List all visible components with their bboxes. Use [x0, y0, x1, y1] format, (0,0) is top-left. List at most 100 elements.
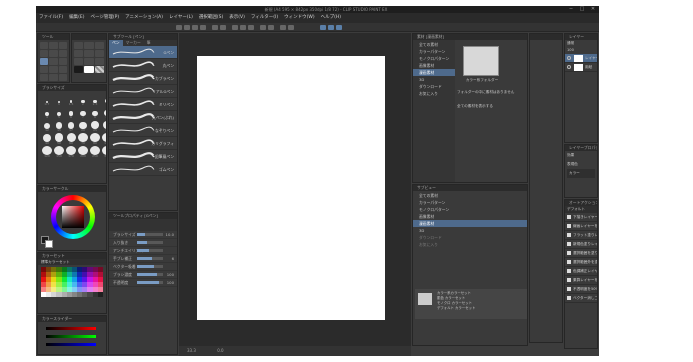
material-tree-item[interactable]: 漫画素材 [413, 69, 455, 76]
snap-grid-icon[interactable] [328, 25, 334, 30]
red-slider[interactable] [46, 327, 96, 330]
eyedropper-icon[interactable] [58, 50, 67, 57]
canvas-area[interactable] [179, 33, 411, 346]
zoom-tool-icon[interactable] [40, 42, 49, 49]
brush-size-item[interactable]: 70 [78, 133, 88, 145]
checkbox-icon[interactable] [567, 215, 571, 219]
action-row[interactable]: 色調補正レイヤー [565, 267, 597, 276]
canvas-paper[interactable] [197, 56, 385, 320]
brush-item[interactable]: なぞりペン [109, 124, 177, 137]
layer-row[interactable]: レイヤー 1 [565, 54, 597, 63]
brush-size-item[interactable]: 3 [102, 94, 106, 106]
brush-item[interactable]: Gペン [109, 46, 177, 59]
new-icon[interactable] [184, 25, 190, 30]
text-tool-icon[interactable] [74, 50, 84, 57]
brush-size-item[interactable]: 40 [42, 133, 52, 145]
menu-animation[interactable]: アニメーション(A) [122, 13, 166, 23]
property-row[interactable]: ブラシサイズ 10.0 [109, 231, 177, 239]
rotate-tool-icon[interactable] [84, 58, 94, 65]
brush-size-item[interactable]: 30 [102, 120, 106, 132]
checkbox-icon[interactable] [567, 251, 571, 255]
action-row[interactable]: 乗算レイヤーを作成 [565, 276, 597, 285]
snap-special-icon[interactable] [336, 25, 342, 30]
move-tool-icon[interactable] [49, 42, 58, 49]
action-row[interactable]: ベクター消しゴム [565, 294, 597, 303]
brush-size-item[interactable]: 100 [102, 133, 106, 145]
property-row[interactable]: アンチエイリアス [109, 247, 177, 255]
property-slider[interactable] [137, 241, 163, 244]
menu-view[interactable]: 表示(V) [226, 13, 248, 23]
brush-size-item[interactable]: 1.5 [66, 94, 76, 106]
blue-slider[interactable] [46, 343, 96, 346]
home-icon[interactable] [176, 25, 182, 30]
green-slider[interactable] [46, 335, 96, 338]
brush-item[interactable]: 鉛筆風ペン [109, 150, 177, 163]
brush-size-item[interactable]: 2.5 [90, 94, 100, 106]
autoaction-set-select[interactable]: デフォルト [565, 206, 597, 213]
property-slider[interactable] [137, 273, 163, 276]
fill-icon[interactable] [240, 25, 246, 30]
property-row[interactable]: ブラシ濃度 100 [109, 271, 177, 279]
color-swatch[interactable] [97, 292, 103, 297]
snap-ruler-icon[interactable] [320, 25, 326, 30]
brush-size-item[interactable]: 0.7 [42, 94, 52, 106]
brush-size-item[interactable]: 250 [90, 146, 100, 158]
brush-item[interactable]: 丸ペン [109, 59, 177, 72]
subview-list-item[interactable]: モノクロパターン [413, 206, 527, 213]
menu-edit[interactable]: 編集(E) [66, 13, 87, 23]
material-tree-item[interactable]: カラーパターン [413, 48, 455, 55]
menu-page[interactable]: ページ管理(P) [87, 13, 122, 23]
blend-icon[interactable] [40, 74, 49, 81]
brush-size-item[interactable]: 1 [54, 94, 64, 106]
menu-selection[interactable]: 選択範囲(S) [196, 13, 226, 23]
expression-select[interactable]: カラー [567, 169, 595, 178]
sub-color-icon[interactable] [84, 66, 94, 73]
brush-size-item[interactable]: 200 [78, 146, 88, 158]
menu-file[interactable]: ファイル(F) [36, 13, 66, 23]
frame-tool-icon[interactable] [84, 42, 94, 49]
blend-mode-select[interactable]: 通常 [565, 40, 597, 47]
checkbox-icon[interactable] [567, 260, 571, 264]
layer-row[interactable]: 用紙 [565, 63, 597, 72]
main-color-icon[interactable] [74, 66, 84, 73]
pencil-tool-icon[interactable] [49, 58, 58, 65]
brush-item[interactable]: カブラペン [109, 72, 177, 85]
correct-line-icon[interactable] [94, 50, 104, 57]
brush-size-item[interactable]: 25 [90, 120, 100, 132]
brush-size-item[interactable]: 300 [102, 146, 106, 158]
brush-item[interactable]: リアルGペン [109, 85, 177, 98]
brush-item[interactable]: 丸ペン(ぶれ) [109, 111, 177, 124]
property-row[interactable]: 不透明度 100 [109, 279, 177, 287]
minimize-button[interactable]: ─ [566, 6, 576, 13]
action-row[interactable]: 不透明度を50%に [565, 285, 597, 294]
checkbox-icon[interactable] [567, 242, 571, 246]
angle-value[interactable]: 0.0 [217, 348, 223, 353]
decoration-icon[interactable] [49, 66, 58, 73]
crop-icon[interactable] [268, 25, 274, 30]
eye-icon[interactable] [567, 56, 571, 60]
property-slider[interactable] [137, 233, 163, 236]
brush-tool-icon[interactable] [58, 58, 67, 65]
subview-list-item[interactable]: ダウンロード [413, 234, 527, 241]
transparent-color-icon[interactable] [94, 66, 104, 73]
action-row[interactable]: フラット塗りレイヤー [565, 231, 597, 240]
brush-size-item[interactable]: 150 [54, 146, 64, 158]
checkbox-icon[interactable] [567, 224, 571, 228]
selection-tool-icon[interactable] [40, 50, 49, 57]
property-row[interactable]: ベクター吸着 [109, 263, 177, 271]
brush-size-item[interactable]: 15 [54, 120, 64, 132]
menu-window[interactable]: ウィンドウ(W) [281, 13, 317, 23]
material-tree-item[interactable]: モノクロパターン [413, 55, 455, 62]
material-tree-item[interactable]: お気に入り [413, 90, 455, 97]
material-tree-item[interactable]: ダウンロード [413, 83, 455, 90]
brush-item[interactable]: カリグラフィ [109, 137, 177, 150]
brush-size-item[interactable]: 60 [66, 133, 76, 145]
action-row[interactable]: 新規色塗りレイヤー [565, 240, 597, 249]
property-slider[interactable] [137, 249, 163, 252]
material-tree-item[interactable]: 全ての素材 [413, 41, 455, 48]
transform-icon[interactable] [248, 25, 254, 30]
subview-list-item[interactable]: カラーパターン [413, 199, 527, 206]
opacity-value[interactable]: 100 [565, 47, 597, 54]
brush-item[interactable]: ミリペン [109, 98, 177, 111]
eye-icon[interactable] [567, 65, 571, 69]
